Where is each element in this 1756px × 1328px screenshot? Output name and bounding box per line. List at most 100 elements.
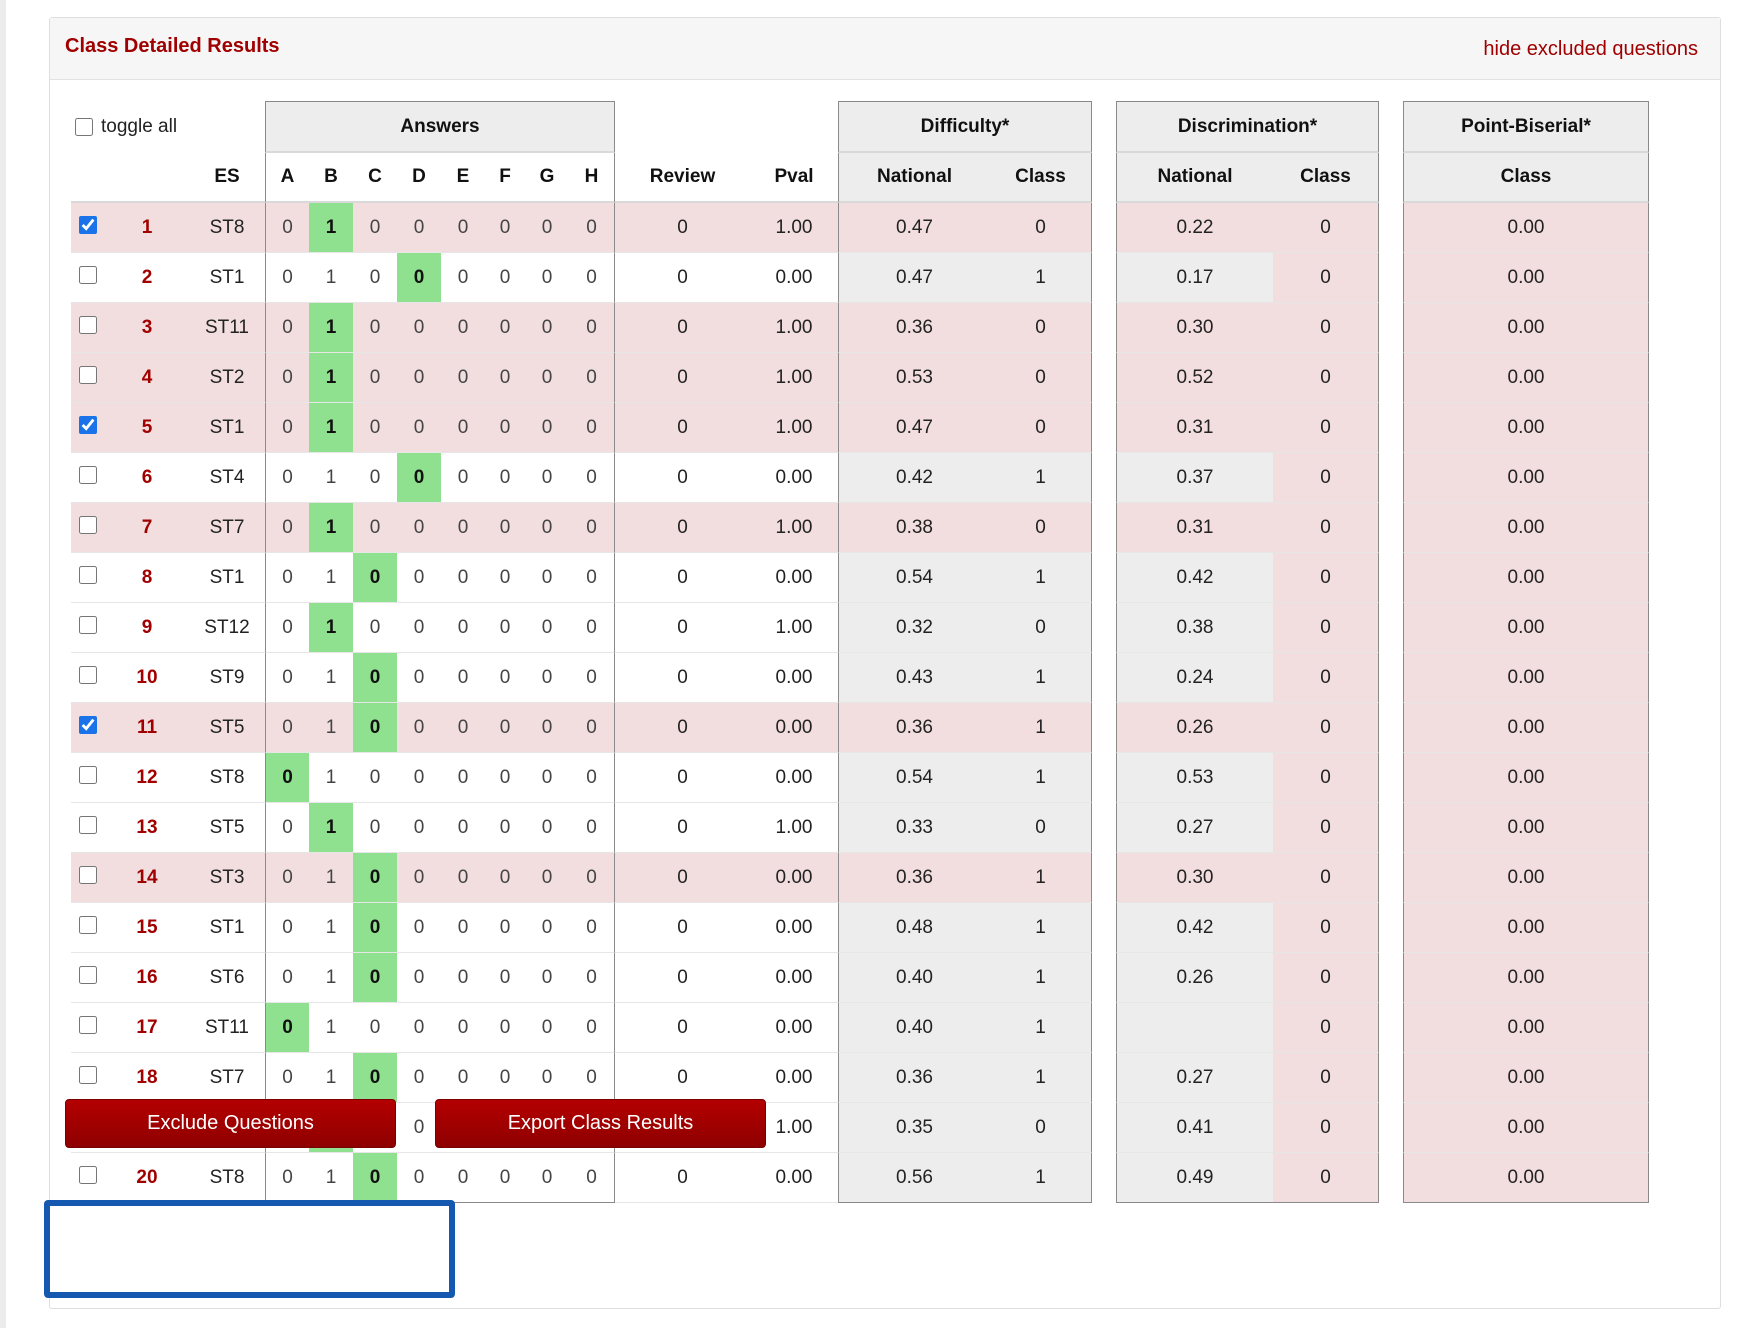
answer-count-c: 0 <box>353 553 397 603</box>
col-answer-e: E <box>441 153 485 203</box>
row-select-checkbox[interactable] <box>79 415 97 434</box>
es-cell: ST4 <box>189 453 265 503</box>
row-select-checkbox[interactable] <box>79 215 97 234</box>
table-row: 6 ST4 0 1 0 0 0 0 0 0 0 0.00 0.42 1 0.37 0 0.00 <box>71 453 1649 503</box>
table-row: 1 ST8 0 1 0 0 0 0 0 0 0 1.00 0.47 0 0.22 0 0.00 <box>71 203 1649 253</box>
question-number[interactable]: 3 <box>105 303 189 353</box>
difficulty-national-cell: 0.43 <box>838 653 990 703</box>
table-row: 2 ST1 0 1 0 0 0 0 0 0 0 0.00 0.47 1 0.17 0 0.00 <box>71 253 1649 303</box>
question-number[interactable]: 13 <box>105 803 189 853</box>
answer-count-b: 1 <box>309 203 353 253</box>
answer-count-b: 1 <box>309 953 353 1003</box>
question-number[interactable]: 16 <box>105 953 189 1003</box>
row-select-checkbox[interactable] <box>79 1065 97 1084</box>
table-row: 10 ST9 0 1 0 0 0 0 0 0 0 0.00 0.43 1 0.24 0 0.00 <box>71 653 1649 703</box>
question-number[interactable]: 12 <box>105 753 189 803</box>
hide-excluded-link[interactable]: hide excluded questions <box>1483 38 1698 61</box>
row-select-cell <box>71 1153 105 1203</box>
row-select-checkbox[interactable] <box>79 815 97 834</box>
question-number[interactable]: 2 <box>105 253 189 303</box>
col-discrimination-national: National <box>1116 153 1273 203</box>
difficulty-class-cell: 0 <box>990 203 1092 253</box>
review-cell: 0 <box>615 903 750 953</box>
panel-title: Class Detailed Results <box>65 35 280 57</box>
answer-count-e: 0 <box>441 903 485 953</box>
review-cell: 0 <box>615 1153 750 1203</box>
question-number[interactable]: 14 <box>105 853 189 903</box>
row-select-checkbox[interactable] <box>79 315 97 334</box>
answer-count-g: 0 <box>525 753 569 803</box>
answer-count-a: 0 <box>265 1053 309 1103</box>
row-select-checkbox[interactable] <box>79 665 97 684</box>
row-select-checkbox[interactable] <box>79 265 97 284</box>
col-point-biserial-class: Class <box>1403 153 1649 203</box>
answer-count-g: 0 <box>525 453 569 503</box>
es-cell: ST8 <box>189 203 265 253</box>
table-row: 8 ST1 0 1 0 0 0 0 0 0 0 0.00 0.54 1 0.42 0 0.00 <box>71 553 1649 603</box>
row-select-cell <box>71 753 105 803</box>
discrimination-national-cell: 0.24 <box>1116 653 1273 703</box>
discrimination-class-cell: 0 <box>1273 453 1379 503</box>
question-number[interactable]: 1 <box>105 203 189 253</box>
answer-count-f: 0 <box>485 303 525 353</box>
point-biserial-cell: 0.00 <box>1403 953 1649 1003</box>
row-select-cell <box>71 853 105 903</box>
point-biserial-cell: 0.00 <box>1403 603 1649 653</box>
answer-count-c: 0 <box>353 403 397 453</box>
export-class-results-button[interactable]: Export Class Results <box>435 1099 766 1148</box>
question-number[interactable]: 8 <box>105 553 189 603</box>
es-cell: ST1 <box>189 553 265 603</box>
row-select-checkbox[interactable] <box>79 865 97 884</box>
difficulty-national-cell: 0.47 <box>838 253 990 303</box>
answer-count-h: 0 <box>569 503 615 553</box>
row-select-checkbox[interactable] <box>79 465 97 484</box>
toggle-all-checkbox[interactable] <box>75 118 93 136</box>
answer-count-g: 0 <box>525 1003 569 1053</box>
row-select-checkbox[interactable] <box>79 765 97 784</box>
row-select-checkbox[interactable] <box>79 1165 97 1184</box>
answer-count-a: 0 <box>265 603 309 653</box>
review-cell: 0 <box>615 553 750 603</box>
difficulty-national-cell: 0.40 <box>838 1003 990 1053</box>
question-number[interactable]: 11 <box>105 703 189 753</box>
question-number[interactable]: 6 <box>105 453 189 503</box>
answer-count-g: 0 <box>525 903 569 953</box>
col-difficulty-national: National <box>838 153 990 203</box>
row-select-checkbox[interactable] <box>79 1015 97 1034</box>
answer-count-e: 0 <box>441 503 485 553</box>
row-select-checkbox[interactable] <box>79 715 97 734</box>
row-select-checkbox[interactable] <box>79 365 97 384</box>
answer-count-a: 0 <box>265 803 309 853</box>
question-number[interactable]: 5 <box>105 403 189 453</box>
toggle-all-label[interactable]: toggle all <box>71 116 265 138</box>
exclude-questions-button[interactable]: Exclude Questions <box>65 1099 396 1148</box>
row-select-checkbox[interactable] <box>79 515 97 534</box>
question-number[interactable]: 9 <box>105 603 189 653</box>
question-number[interactable]: 18 <box>105 1053 189 1103</box>
question-number[interactable]: 17 <box>105 1003 189 1053</box>
answer-count-e: 0 <box>441 303 485 353</box>
question-number[interactable]: 10 <box>105 653 189 703</box>
difficulty-class-cell: 1 <box>990 953 1092 1003</box>
row-select-checkbox[interactable] <box>79 615 97 634</box>
question-number[interactable]: 15 <box>105 903 189 953</box>
table-row: 9 ST12 0 1 0 0 0 0 0 0 0 1.00 0.32 0 0.38 0 0.00 <box>71 603 1649 653</box>
review-cell: 0 <box>615 203 750 253</box>
answer-count-f: 0 <box>485 1153 525 1203</box>
answer-count-h: 0 <box>569 603 615 653</box>
question-number[interactable]: 7 <box>105 503 189 553</box>
question-number[interactable]: 4 <box>105 353 189 403</box>
row-select-checkbox[interactable] <box>79 965 97 984</box>
row-select-checkbox[interactable] <box>79 565 97 584</box>
answer-count-d: 0 <box>397 703 441 753</box>
discrimination-national-cell: 0.27 <box>1116 803 1273 853</box>
discrimination-national-cell: 0.52 <box>1116 353 1273 403</box>
row-select-checkbox[interactable] <box>79 915 97 934</box>
answer-count-c: 0 <box>353 903 397 953</box>
answer-count-f: 0 <box>485 1053 525 1103</box>
answer-count-f: 0 <box>485 553 525 603</box>
col-discrimination-class: Class <box>1273 153 1379 203</box>
question-number[interactable]: 20 <box>105 1153 189 1203</box>
row-select-cell <box>71 353 105 403</box>
answer-count-b: 1 <box>309 553 353 603</box>
